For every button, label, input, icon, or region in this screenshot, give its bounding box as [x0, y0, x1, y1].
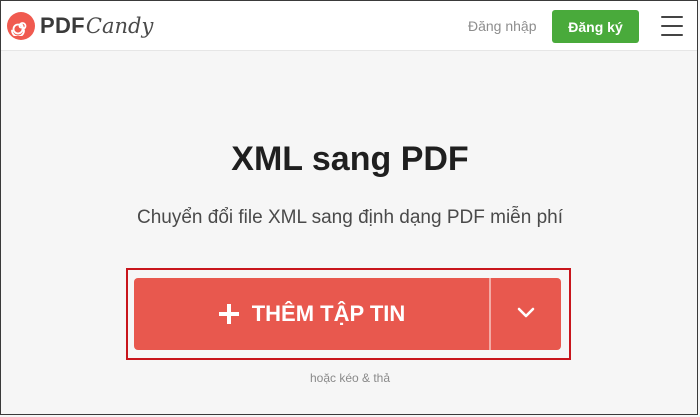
page-subtitle: Chuyển đổi file XML sang định dạng PDF m…	[137, 207, 563, 228]
add-file-button[interactable]: THÊM TẬP TIN	[134, 278, 489, 350]
signup-button[interactable]: Đăng ký	[552, 10, 639, 43]
logo-pdf-text: PDF	[40, 13, 85, 38]
add-file-label: THÊM TẬP TIN	[251, 301, 406, 326]
login-link[interactable]: Đăng nhập	[468, 18, 537, 34]
chevron-down-icon	[517, 307, 535, 322]
menu-bar	[661, 25, 683, 27]
upload-button-group: THÊM TẬP TIN	[134, 278, 561, 350]
logo-wordmark: PDF Candy	[40, 13, 153, 39]
menu-bar	[661, 34, 683, 36]
top-navbar: PDF Candy Đăng nhập Đăng ký	[1, 1, 697, 51]
pdfcandy-swirl-icon	[7, 12, 35, 40]
menu-bar	[661, 16, 683, 18]
pdfcandy-logo[interactable]: PDF Candy	[7, 10, 153, 42]
page-title: XML sang PDF	[231, 140, 469, 178]
upload-source-dropdown-button[interactable]	[491, 278, 561, 350]
hamburger-menu-icon[interactable]	[661, 15, 683, 37]
plus-icon	[218, 303, 240, 325]
logo-candy-text: Candy	[85, 14, 154, 38]
drag-drop-hint: hoặc kéo & thả	[309, 371, 391, 385]
